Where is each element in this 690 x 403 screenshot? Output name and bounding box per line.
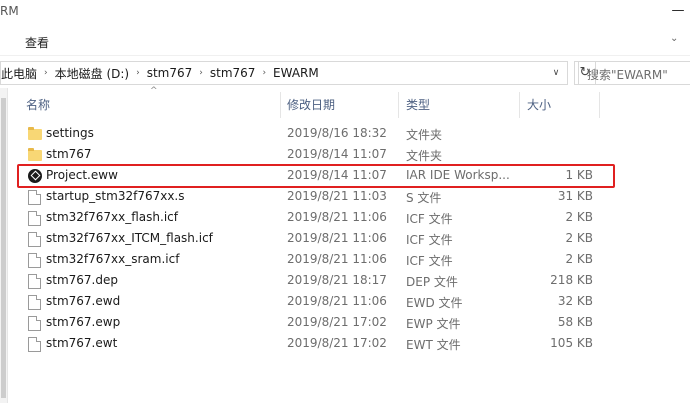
file-date: 2019/8/21 11:06 (287, 252, 387, 266)
column-divider[interactable] (599, 92, 600, 118)
file-date: 2019/8/21 11:03 (287, 189, 387, 203)
file-row-ewp[interactable]: stm767.ewp 2019/8/21 17:02 EWP 文件 58 KB (0, 313, 690, 334)
file-date: 2019/8/14 11:07 (287, 147, 387, 161)
file-row-itcm-flash-icf[interactable]: stm32f767xx_ITCM_flash.icf 2019/8/21 11:… (0, 229, 690, 250)
window-title: RM (0, 4, 19, 18)
column-header-size[interactable]: 大小 (527, 96, 551, 113)
file-row-ewd[interactable]: stm767.ewd 2019/8/21 11:06 EWD 文件 32 KB (0, 292, 690, 313)
file-size: 58 KB (557, 315, 593, 329)
file-date: 2019/8/21 11:06 (287, 231, 387, 245)
chevron-right-icon[interactable]: › (259, 68, 269, 78)
file-size: 2 KB (565, 231, 593, 245)
file-type: 文件夹 (406, 128, 443, 142)
file-name: stm767.ewt (46, 336, 118, 350)
minimize-button[interactable]: — (666, 4, 690, 20)
file-date: 2019/8/21 18:17 (287, 273, 387, 287)
highlight-box (17, 164, 615, 188)
file-type: ICF 文件 (406, 233, 453, 247)
file-name: stm767 (46, 147, 92, 161)
file-name: startup_stm32f767xx.s (46, 189, 185, 203)
file-icon (28, 190, 41, 205)
column-divider[interactable] (398, 92, 399, 118)
column-header-date[interactable]: 修改日期 (287, 96, 335, 113)
file-date: 2019/8/21 17:02 (287, 336, 387, 350)
column-header-name[interactable]: 名称 (26, 96, 50, 113)
file-icon (28, 232, 41, 247)
file-row-flash-icf[interactable]: stm32f767xx_flash.icf 2019/8/21 11:06 IC… (0, 208, 690, 229)
file-size: 2 KB (565, 252, 593, 266)
file-name: stm32f767xx_ITCM_flash.icf (46, 231, 213, 245)
chevron-right-icon[interactable]: › (133, 68, 143, 78)
file-row-sram-icf[interactable]: stm32f767xx_sram.icf 2019/8/21 11:06 ICF… (0, 250, 690, 271)
file-date: 2019/8/21 17:02 (287, 315, 387, 329)
search-placeholder: 搜索"EWARM" (587, 68, 668, 82)
folder-icon (28, 148, 42, 161)
file-name: stm32f767xx_flash.icf (46, 210, 178, 224)
file-date: 2019/8/21 11:06 (287, 294, 387, 308)
file-row-settings[interactable]: settings 2019/8/16 18:32 文件夹 (0, 124, 690, 145)
search-input[interactable]: 搜索"EWARM" (578, 61, 690, 85)
column-divider[interactable] (519, 92, 520, 118)
title-bar: RM — (0, 0, 690, 28)
file-row-ewt[interactable]: stm767.ewt 2019/8/21 17:02 EWT 文件 105 KB (0, 334, 690, 355)
file-icon (28, 337, 41, 352)
file-date: 2019/8/16 18:32 (287, 126, 387, 140)
file-type: EWP 文件 (406, 317, 461, 331)
file-icon (28, 316, 41, 331)
sort-ascending-icon: ^ (150, 86, 158, 96)
file-name: stm767.ewd (46, 294, 121, 308)
address-row: 此电脑 › 本地磁盘 (D:) › stm767 › stm767 › EWAR… (0, 58, 690, 88)
breadcrumb-local-disk[interactable]: 本地磁盘 (D:) (51, 65, 133, 82)
file-type: ICF 文件 (406, 212, 453, 226)
file-name: stm32f767xx_sram.icf (46, 252, 180, 266)
file-name: settings (46, 126, 94, 140)
file-date: 2019/8/21 11:06 (287, 210, 387, 224)
file-size: 32 KB (557, 294, 593, 308)
breadcrumb-stm767-b[interactable]: stm767 (206, 66, 260, 80)
file-row-stm767[interactable]: stm767 2019/8/14 11:07 文件夹 (0, 145, 690, 166)
breadcrumb-this-pc[interactable]: 此电脑 (1, 65, 41, 82)
address-dropdown-icon[interactable]: ∨ (546, 63, 566, 83)
file-icon (28, 295, 41, 310)
breadcrumb-ewarm[interactable]: EWARM (269, 66, 323, 80)
file-name: stm767.dep (46, 273, 118, 287)
file-type: DEP 文件 (406, 275, 458, 289)
file-size: 31 KB (557, 189, 593, 203)
file-row-dep[interactable]: stm767.dep 2019/8/21 18:17 DEP 文件 218 KB (0, 271, 690, 292)
address-bar[interactable]: 此电脑 › 本地磁盘 (D:) › stm767 › stm767 › EWAR… (0, 61, 568, 85)
chevron-right-icon[interactable]: › (196, 68, 206, 78)
file-list-pane: ^ 名称 修改日期 类型 大小 settings 2019/8/16 18:32… (0, 86, 690, 403)
tab-view[interactable]: 查看 (25, 34, 49, 51)
file-name: stm767.ewp (46, 315, 121, 329)
file-type: EWT 文件 (406, 338, 461, 352)
file-size: 2 KB (565, 210, 593, 224)
file-row-startup[interactable]: startup_stm32f767xx.s 2019/8/21 11:03 S … (0, 187, 690, 208)
file-type: 文件夹 (406, 149, 443, 163)
file-type: S 文件 (406, 191, 442, 205)
file-type: ICF 文件 (406, 254, 453, 268)
file-icon (28, 274, 41, 289)
file-size: 218 KB (550, 273, 593, 287)
ribbon: 查看 ⌄ (0, 28, 690, 56)
file-icon (28, 211, 41, 226)
column-header-type[interactable]: 类型 (406, 96, 430, 113)
chevron-down-icon[interactable]: ⌄ (670, 33, 684, 47)
file-size: 105 KB (550, 336, 593, 350)
breadcrumb: 此电脑 › 本地磁盘 (D:) › stm767 › stm767 › EWAR… (1, 62, 323, 84)
file-icon (28, 253, 41, 268)
breadcrumb-stm767-a[interactable]: stm767 (143, 66, 197, 80)
chevron-right-icon[interactable]: › (41, 68, 51, 78)
column-header: ^ 名称 修改日期 类型 大小 (8, 86, 690, 120)
column-divider[interactable] (280, 92, 281, 118)
folder-icon (28, 127, 42, 140)
file-type: EWD 文件 (406, 296, 463, 310)
